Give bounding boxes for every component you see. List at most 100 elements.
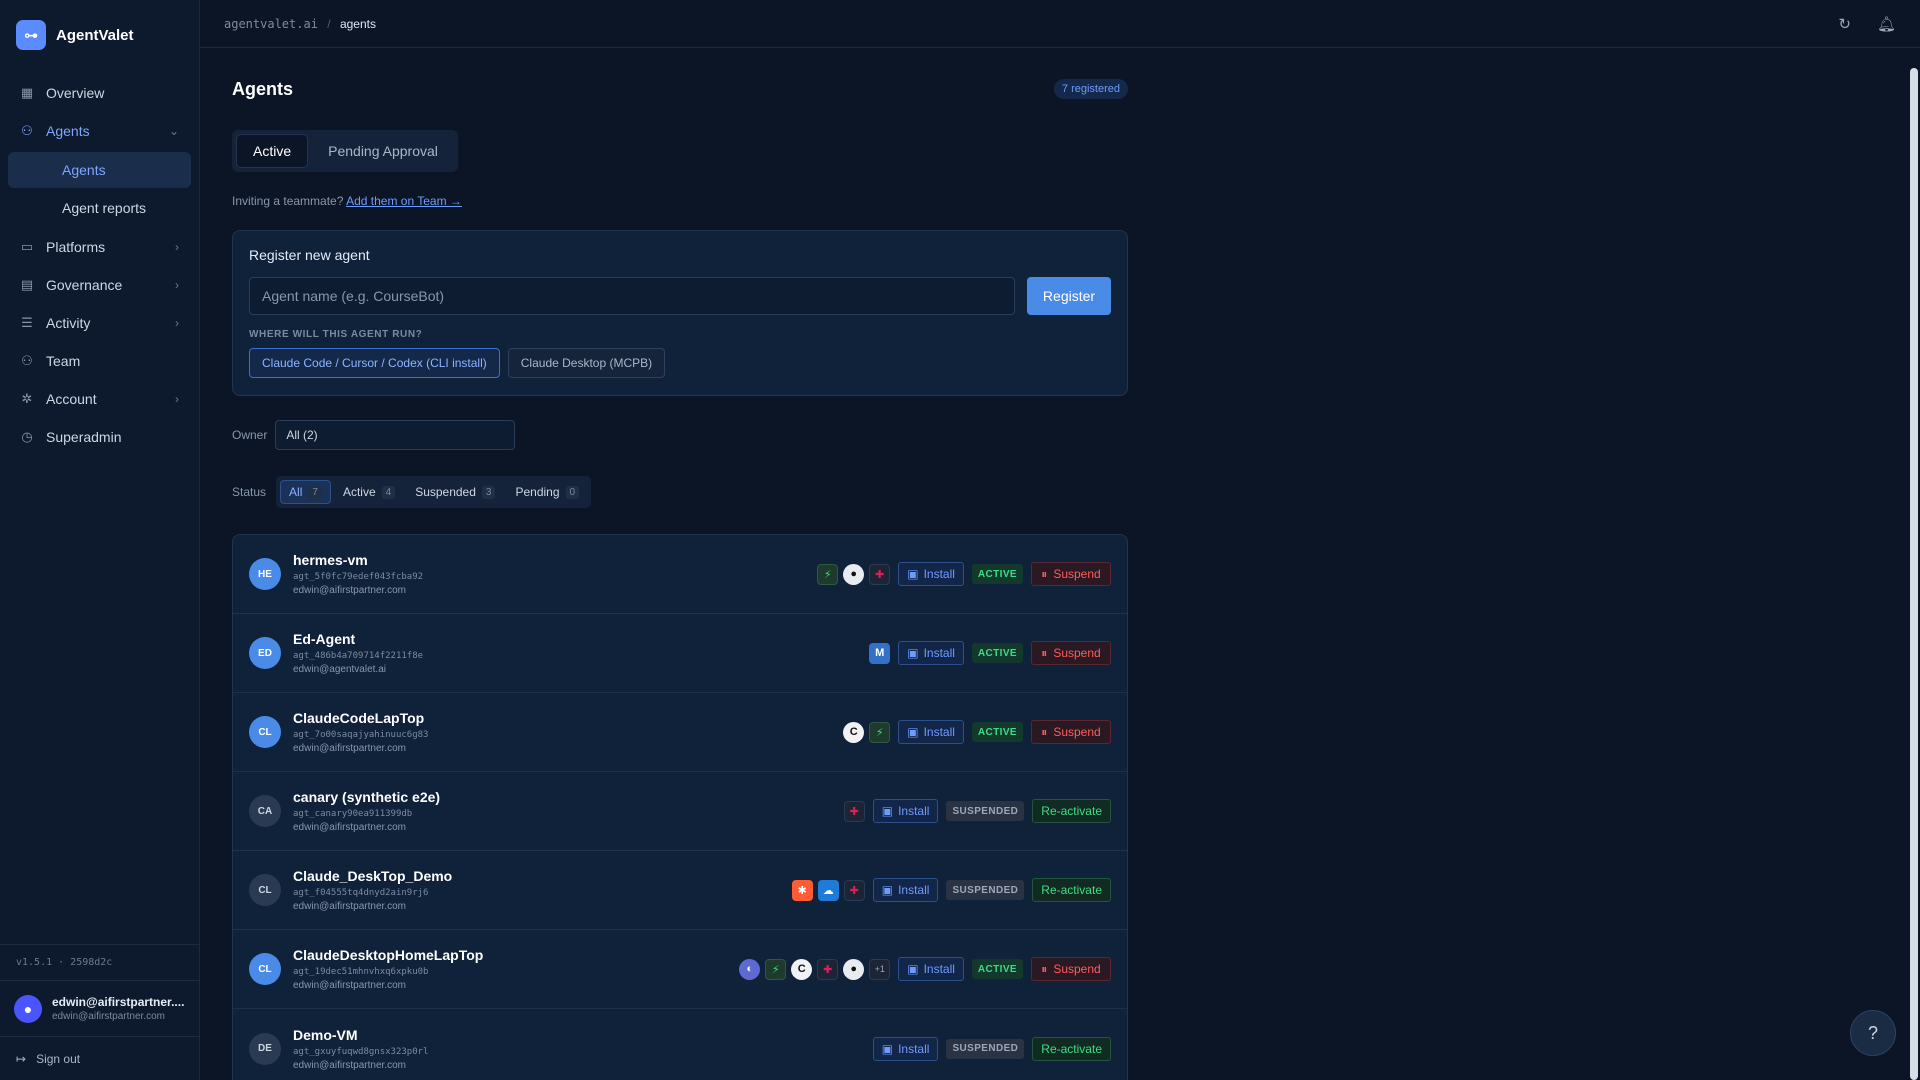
- tab-active[interactable]: Active: [236, 134, 309, 168]
- zap-icon: ⚡︎: [869, 721, 891, 743]
- agent-row[interactable]: CL ClaudeDesktopHomeLapTop agt_19dec51mh…: [233, 930, 1127, 1009]
- install-button[interactable]: ▣ Install: [898, 957, 964, 981]
- sidebar-item-label: Platforms: [46, 239, 106, 255]
- help-button[interactable]: ?: [1850, 1010, 1896, 1056]
- agent-id: agt_486b4a709714f2211f8e: [293, 651, 424, 661]
- agent-row[interactable]: DE Demo-VM agt_gxuyfuqwd8gnsx323p0rl edw…: [233, 1009, 1127, 1080]
- sidebar-item-label: Activity: [46, 315, 91, 331]
- status-badge: ACTIVE: [971, 643, 1023, 663]
- slack-icon: ✚: [869, 563, 891, 585]
- briefcase-icon: ▭: [20, 239, 34, 254]
- sidebar-item-activity[interactable]: ☰ Activity ›: [0, 304, 199, 342]
- version-label: v1.5.1 · 2598d2c: [0, 944, 199, 980]
- install-icon: ▣: [907, 646, 919, 660]
- agent-id: agt_f04555tq4dnyd2ain9rj6: [293, 888, 429, 898]
- choice-claude-desktop[interactable]: Claude Desktop (MCPB): [507, 348, 666, 378]
- reactivate-button[interactable]: Re-activate: [1032, 1036, 1111, 1061]
- status-pills: All 7 Active 4 Suspended 3 Pending 0: [276, 476, 592, 508]
- suspend-label: Suspend: [1053, 567, 1101, 581]
- hubspot-icon: ✱: [791, 879, 813, 901]
- key-icon: ⊶: [16, 20, 46, 50]
- install-label: Install: [923, 962, 955, 976]
- suspend-label: Suspend: [1053, 962, 1101, 976]
- agent-row[interactable]: CA canary (synthetic e2e) agt_canary90ea…: [233, 772, 1127, 851]
- status-filter-pending[interactable]: Pending 0: [507, 480, 587, 504]
- c-logo-icon: C: [791, 958, 813, 980]
- agent-row[interactable]: CL Claude_DeskTop_Demo agt_f04555tq4dnyd…: [233, 851, 1127, 930]
- platform-icons: M: [869, 642, 891, 664]
- sidebar-subitem-agents[interactable]: Agents: [8, 152, 191, 188]
- m-icon: M: [869, 642, 891, 664]
- agent-name: ClaudeDesktopHomeLapTop: [293, 947, 484, 963]
- agent-id: agt_gxuyfuqwd8gnsx323p0rl: [293, 1046, 429, 1057]
- sign-out-button[interactable]: ↦ Sign out: [0, 1036, 199, 1080]
- install-label: Install: [923, 725, 955, 739]
- suspend-button[interactable]: ⏸︎ Suspend: [1031, 641, 1111, 665]
- status-badge: SUSPENDED: [946, 880, 1025, 900]
- suspend-label: Suspend: [1053, 646, 1101, 660]
- brand[interactable]: ⊶ AgentValet: [0, 0, 199, 70]
- owner-select[interactable]: All (2): [275, 420, 516, 450]
- sidebar-item-superadmin[interactable]: ◷ Superadmin: [0, 418, 199, 456]
- sidebar-subitem-agent-reports[interactable]: Agent reports: [8, 190, 191, 226]
- install-button[interactable]: ▣ Install: [872, 1036, 939, 1061]
- platform-icons: ⚡︎ ● ✚: [817, 563, 891, 585]
- agent-tabs: Active Pending Approval: [232, 130, 458, 172]
- pause-icon: ⏸︎: [1041, 566, 1048, 581]
- status-filter-suspended[interactable]: Suspended 3: [407, 480, 503, 504]
- install-button[interactable]: ▣ Install: [898, 641, 964, 665]
- suspend-button[interactable]: ⏸︎ Suspend: [1031, 957, 1111, 981]
- agent-owner-email: edwin@aifirstpartner.com: [293, 980, 406, 991]
- platform-icons: C ⚡︎: [843, 721, 891, 743]
- reactivate-button[interactable]: Re-activate: [1032, 878, 1111, 902]
- document-check-icon: ▤: [20, 277, 34, 292]
- sidebar-nav: ▦ Overview ⚇ Agents ⌄ Agents Agent repor…: [0, 70, 199, 456]
- github-icon: ●: [843, 563, 865, 585]
- breadcrumb-root[interactable]: agentvalet.ai: [224, 17, 318, 31]
- sidebar-item-agents[interactable]: ⚇ Agents ⌄: [0, 112, 199, 150]
- install-button[interactable]: ▣ Install: [898, 720, 964, 744]
- agent-row[interactable]: ED Ed-Agent agt_486b4a709714f2211f8e edw…: [233, 614, 1127, 693]
- github-icon: ●: [843, 958, 865, 980]
- agent-name-input[interactable]: [249, 277, 1015, 315]
- topbar-actions: ↻ 🔔︎: [1838, 15, 1896, 33]
- register-agent-card: Register new agent Register WHERE WILL T…: [232, 230, 1128, 396]
- agent-list: HE hermes-vm agt_5f0fc79edef043fcba92 ed…: [232, 534, 1128, 1080]
- status-label: Status: [232, 485, 267, 499]
- filter-count: 3: [481, 485, 496, 499]
- status-filter: Status All 7 Active 4 Suspended 3 Pendin…: [232, 476, 1128, 508]
- install-button[interactable]: ▣ Install: [872, 799, 939, 823]
- sidebar-item-team[interactable]: ⚇ Team: [0, 342, 199, 380]
- register-title: Register new agent: [249, 247, 370, 263]
- install-button[interactable]: ▣ Install: [872, 878, 939, 902]
- user-icon: ⚇: [21, 123, 33, 138]
- choice-cli-install[interactable]: Claude Code / Cursor / Codex (CLI instal…: [249, 348, 500, 378]
- register-button[interactable]: Register: [1027, 277, 1111, 315]
- user-profile[interactable]: ● edwin@aifirstpartner.... edwin@aifirst…: [0, 980, 199, 1036]
- scrollbar-thumb[interactable]: [1910, 68, 1918, 1080]
- scrollbar[interactable]: [1908, 48, 1920, 1080]
- sidebar-item-platforms[interactable]: ▭ Platforms ›: [0, 228, 199, 266]
- platform-icons: ✚: [843, 800, 865, 822]
- suspend-button[interactable]: ⏸︎ Suspend: [1031, 720, 1111, 744]
- zap-icon: ⚡︎: [765, 958, 787, 980]
- agent-avatar: CL: [249, 953, 281, 985]
- sidebar-item-overview[interactable]: ▦ Overview: [0, 74, 199, 112]
- reactivate-button[interactable]: Re-activate: [1032, 799, 1111, 823]
- sidebar-item-label: Team: [46, 353, 81, 369]
- status-filter-active[interactable]: Active 4: [335, 480, 403, 504]
- suspend-button[interactable]: ⏸︎ Suspend: [1031, 562, 1111, 586]
- agent-row[interactable]: HE hermes-vm agt_5f0fc79edef043fcba92 ed…: [233, 535, 1127, 614]
- agent-avatar: CA: [249, 795, 281, 827]
- tab-pending-approval[interactable]: Pending Approval: [312, 134, 454, 168]
- sidebar-item-account[interactable]: ✲ Account ›: [0, 380, 199, 418]
- agent-row[interactable]: CL ClaudeCodeLapTop agt_7o00saqajyahinuu…: [233, 693, 1127, 772]
- add-team-link[interactable]: Add them on Team →: [346, 194, 462, 208]
- bell-icon[interactable]: 🔔︎: [1877, 15, 1896, 33]
- sign-out-label: Sign out: [36, 1051, 81, 1066]
- sidebar-item-governance[interactable]: ▤ Governance ›: [0, 266, 199, 304]
- install-button[interactable]: ▣ Install: [898, 562, 964, 586]
- status-filter-all[interactable]: All 7: [280, 480, 331, 504]
- refresh-icon[interactable]: ↻: [1838, 15, 1851, 33]
- agent-id: agt_19dec51mhnvhxq6xpku0b: [293, 967, 429, 977]
